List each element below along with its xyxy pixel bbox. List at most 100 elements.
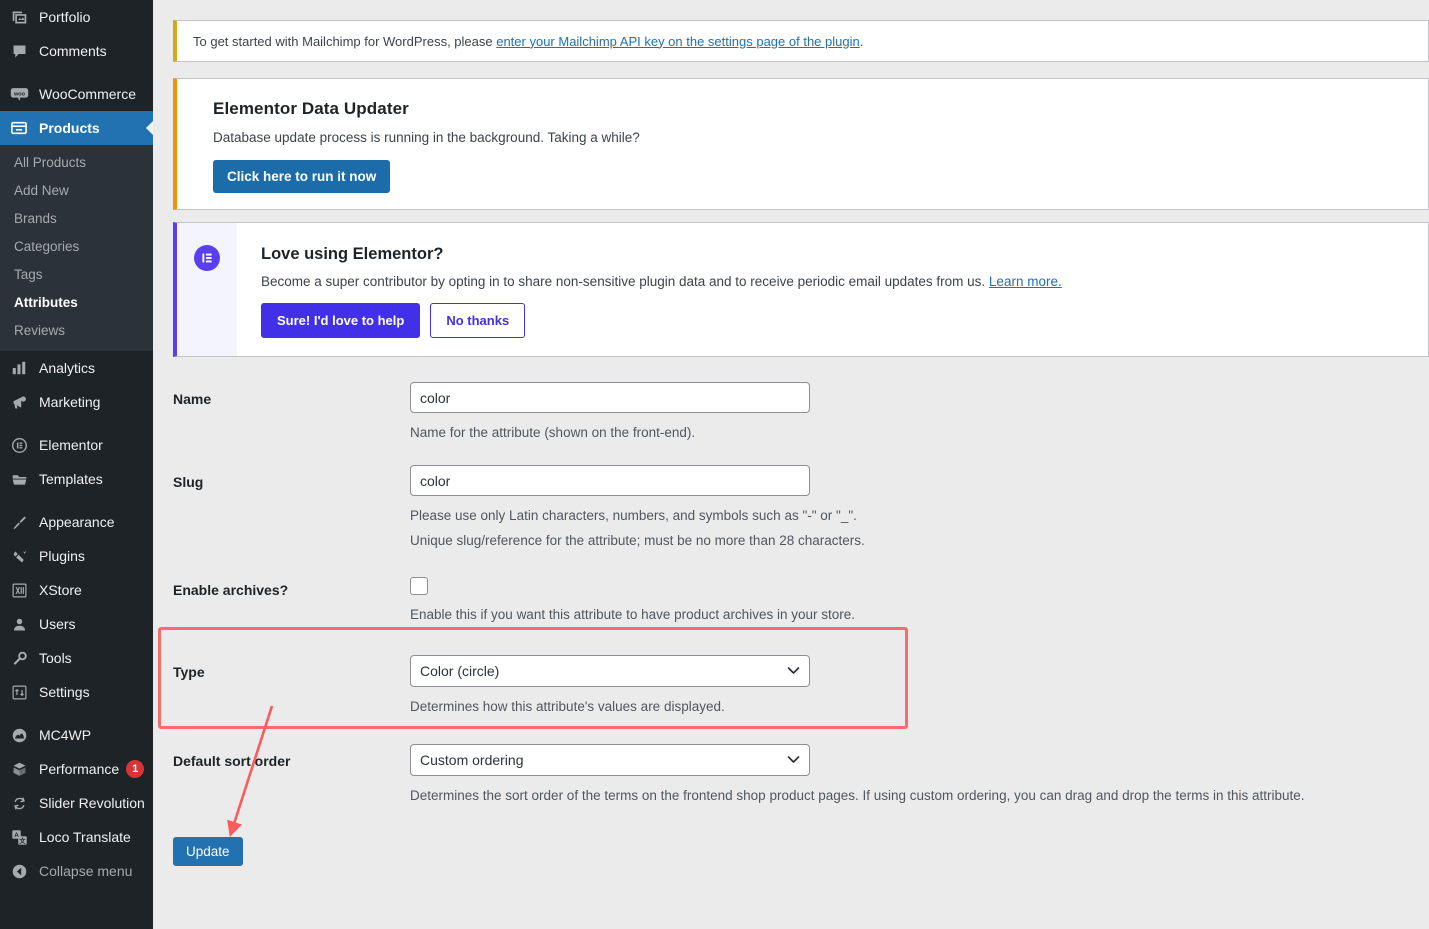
svg-text:文: 文 bbox=[19, 835, 26, 844]
appearance-icon bbox=[4, 512, 34, 532]
collapse-menu-icon bbox=[4, 861, 34, 881]
mailchimp-settings-link[interactable]: enter your Mailchimp API key on the sett… bbox=[496, 34, 860, 49]
slug-help-text-1: Please use only Latin characters, number… bbox=[410, 508, 857, 523]
update-button[interactable]: Update bbox=[173, 837, 243, 866]
sort-order-select[interactable]: Custom ordering bbox=[410, 744, 810, 776]
sidebar-item-label: Appearance bbox=[39, 514, 115, 530]
submenu-item-attributes[interactable]: Attributes bbox=[0, 289, 153, 317]
form-row-slug: Slug Please use only Latin characters, n… bbox=[173, 465, 1429, 550]
sidebar-item-comments[interactable]: Comments bbox=[0, 34, 153, 68]
sidebar-item-slider-revolution[interactable]: Slider Revolution bbox=[0, 786, 153, 820]
edit-attribute-form: Name Name for the attribute (shown on th… bbox=[173, 382, 1429, 866]
run-data-updater-button[interactable]: Click here to run it now bbox=[213, 160, 391, 193]
sidebar-item-label: Users bbox=[39, 616, 76, 632]
sidebar-item-label: Comments bbox=[39, 43, 107, 59]
sidebar-item-portfolio[interactable]: Portfolio bbox=[0, 0, 153, 34]
notice-mailchimp-text: To get started with Mailchimp for WordPr… bbox=[177, 34, 863, 49]
submenu-item-reviews[interactable]: Reviews bbox=[0, 317, 153, 345]
sidebar-item-label: Performance bbox=[39, 761, 120, 777]
notice-mailchimp: To get started with Mailchimp for WordPr… bbox=[173, 20, 1429, 62]
sidebar-item-label: Collapse menu bbox=[39, 863, 133, 879]
sidebar-item-analytics[interactable]: Analytics bbox=[0, 351, 153, 385]
slug-field-wrap: Please use only Latin characters, number… bbox=[410, 465, 1429, 550]
form-row-enable-archives: Enable archives? Enable this if you want… bbox=[173, 573, 1429, 624]
sidebar-item-tools[interactable]: Tools bbox=[0, 641, 153, 675]
sidebar-item-plugins[interactable]: Plugins bbox=[0, 539, 153, 573]
form-row-type: Type Color (circle) Determines how this … bbox=[173, 655, 1429, 716]
users-icon bbox=[4, 614, 34, 634]
tools-icon bbox=[4, 648, 34, 668]
sidebar-item-label: Templates bbox=[39, 471, 103, 487]
performance-icon bbox=[4, 759, 34, 779]
learn-more-link[interactable]: Learn more. bbox=[989, 274, 1062, 289]
sidebar-item-products[interactable]: Products bbox=[0, 111, 153, 145]
name-input[interactable] bbox=[410, 382, 810, 413]
sort-order-help-text: Determines the sort order of the terms o… bbox=[410, 788, 1305, 803]
sidebar-item-label: Plugins bbox=[39, 548, 85, 564]
sidebar-item-woocommerce[interactable]: woo WooCommerce bbox=[0, 77, 153, 111]
sidebar-item-label: Elementor bbox=[39, 437, 103, 453]
sidebar-separator bbox=[0, 68, 153, 77]
notice-button-row: Sure! I'd love to help No thanks bbox=[261, 303, 1410, 338]
analytics-icon bbox=[4, 358, 34, 378]
submenu-item-all-products[interactable]: All Products bbox=[0, 149, 153, 177]
sidebar-item-performance[interactable]: Performance 1 bbox=[0, 752, 153, 786]
form-row-name: Name Name for the attribute (shown on th… bbox=[173, 382, 1429, 442]
sidebar-item-label: Analytics bbox=[39, 360, 96, 376]
sort-order-select-wrap: Custom ordering bbox=[410, 744, 810, 776]
xstore-icon bbox=[4, 580, 34, 600]
notice-body-text: Become a super contributor by opting in … bbox=[261, 274, 989, 289]
enable-archives-field-wrap: Enable this if you want this attribute t… bbox=[410, 573, 1429, 624]
type-select-wrap: Color (circle) bbox=[410, 655, 810, 687]
sidebar-item-label: Tools bbox=[39, 650, 72, 666]
notice-elementor-data-updater: Elementor Data Updater Database update p… bbox=[173, 78, 1429, 210]
slug-label: Slug bbox=[173, 474, 204, 490]
enable-archives-checkbox[interactable] bbox=[410, 577, 428, 595]
submenu-item-tags[interactable]: Tags bbox=[0, 261, 153, 289]
form-row-sort-order: Default sort order Custom ordering Deter… bbox=[173, 744, 1429, 805]
opt-in-button[interactable]: Sure! I'd love to help bbox=[261, 303, 421, 338]
templates-icon bbox=[4, 469, 34, 489]
products-icon bbox=[4, 118, 34, 138]
sidebar-item-appearance[interactable]: Appearance bbox=[0, 505, 153, 539]
notice-body: Become a super contributor by opting in … bbox=[261, 274, 1410, 289]
sidebar-item-settings[interactable]: Settings bbox=[0, 675, 153, 709]
sidebar-item-label: Marketing bbox=[39, 394, 101, 410]
submenu-item-add-new[interactable]: Add New bbox=[0, 177, 153, 205]
sidebar-separator bbox=[0, 496, 153, 505]
name-help-text: Name for the attribute (shown on the fro… bbox=[410, 425, 696, 440]
submenu-item-categories[interactable]: Categories bbox=[0, 233, 153, 261]
enable-archives-help-text: Enable this if you want this attribute t… bbox=[410, 607, 855, 622]
elementor-logo-icon bbox=[194, 245, 220, 271]
submenu-item-brands[interactable]: Brands bbox=[0, 205, 153, 233]
sidebar-item-templates[interactable]: Templates bbox=[0, 462, 153, 496]
admin-sidebar: Portfolio Comments woo WooCommerce Produ… bbox=[0, 0, 153, 929]
notice-icon-column bbox=[177, 223, 237, 356]
type-label: Type bbox=[173, 664, 205, 680]
mc4wp-icon bbox=[4, 725, 34, 745]
no-thanks-button[interactable]: No thanks bbox=[430, 303, 526, 338]
enable-archives-label: Enable archives? bbox=[173, 582, 289, 598]
notice-title: Love using Elementor? bbox=[261, 245, 444, 263]
sidebar-item-mc4wp[interactable]: MC4WP bbox=[0, 718, 153, 752]
sidebar-item-users[interactable]: Users bbox=[0, 607, 153, 641]
slider-revolution-icon bbox=[4, 793, 34, 813]
sidebar-item-elementor[interactable]: Elementor bbox=[0, 428, 153, 462]
sidebar-item-loco-translate[interactable]: A 文 Loco Translate bbox=[0, 820, 153, 854]
products-submenu: All Products Add New Brands Categories T… bbox=[0, 145, 153, 351]
performance-badge: 1 bbox=[126, 760, 145, 778]
loco-translate-icon: A 文 bbox=[4, 827, 34, 847]
sidebar-item-marketing[interactable]: Marketing bbox=[0, 385, 153, 419]
type-select[interactable]: Color (circle) bbox=[410, 655, 810, 687]
type-help-text: Determines how this attribute's values a… bbox=[410, 699, 725, 714]
sidebar-item-label: XStore bbox=[39, 582, 82, 598]
settings-icon bbox=[4, 682, 34, 702]
slug-input[interactable] bbox=[410, 465, 810, 496]
sidebar-item-collapse-menu[interactable]: Collapse menu bbox=[0, 854, 153, 888]
notice-body-column: Love using Elementor? Become a super con… bbox=[237, 223, 1428, 356]
marketing-icon bbox=[4, 392, 34, 412]
sort-order-field-wrap: Custom ordering Determines the sort orde… bbox=[410, 744, 1429, 805]
sidebar-separator bbox=[0, 709, 153, 718]
sidebar-item-xstore[interactable]: XStore bbox=[0, 573, 153, 607]
name-label: Name bbox=[173, 391, 212, 407]
